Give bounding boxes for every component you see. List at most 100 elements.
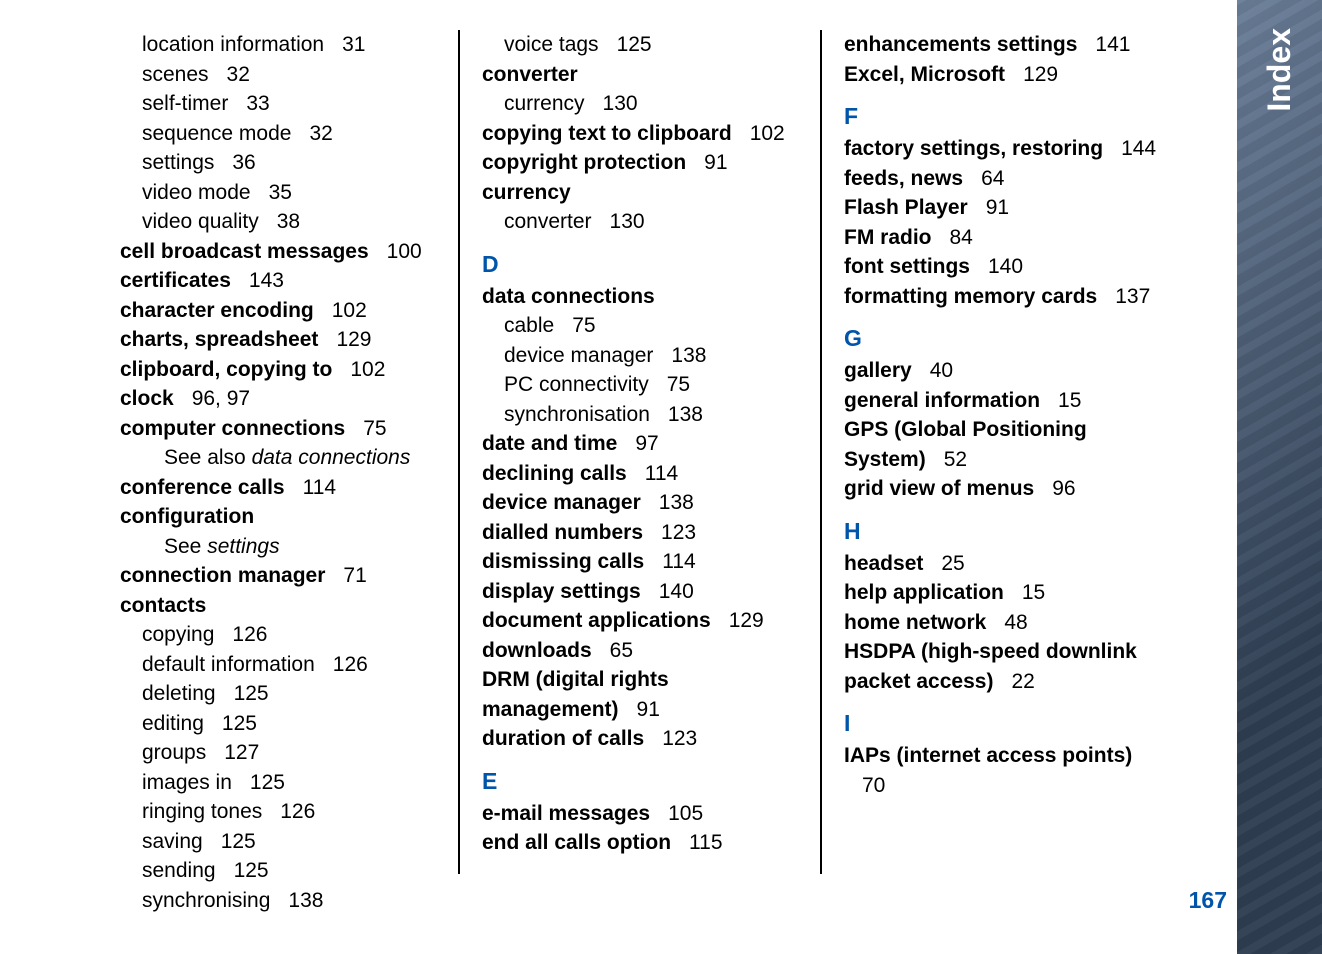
index-entry: location information31 (120, 30, 438, 60)
entry-page: 84 (950, 223, 973, 253)
entry-page: 114 (303, 473, 336, 503)
index-entry: general information15 (844, 386, 1162, 416)
section-letter: F (844, 103, 1162, 130)
entry-page: 96, 97 (192, 384, 250, 414)
entry-page: 65 (610, 636, 633, 666)
index-entry: grid view of menus96 (844, 474, 1162, 504)
index-entry: downloads65 (482, 636, 800, 666)
entry-page: 125 (221, 827, 256, 857)
index-entry: PC connectivity75 (482, 370, 800, 400)
entry-text: editing (142, 712, 204, 735)
entry-text: IAPs (internet access points) (844, 744, 1132, 767)
index-entry: formatting memory cards 137 (844, 282, 1162, 312)
tab-title: Index (1261, 28, 1298, 112)
entry-text: deleting (142, 682, 216, 705)
index-entry: Excel, Microsoft129 (844, 60, 1162, 90)
entry-text: cell broadcast messages (120, 240, 369, 263)
entry-page: 32 (227, 60, 250, 90)
entry-text: general information (844, 389, 1040, 412)
index-entry: end all calls option115 (482, 828, 800, 858)
entry-text: converter (504, 210, 592, 233)
section-letter: E (482, 768, 800, 795)
index-entry: clock96, 97 (120, 384, 438, 414)
entry-text: cable (504, 314, 554, 337)
entry-page: 91 (637, 695, 660, 725)
index-entry: scenes32 (120, 60, 438, 90)
entry-page: 100 (387, 237, 422, 267)
section-letter: D (482, 251, 800, 278)
entry-text: FM radio (844, 226, 932, 249)
entry-page: 138 (668, 400, 703, 430)
index-entry: DRM (digital rights management)91 (482, 665, 800, 724)
entry-text: display settings (482, 580, 641, 603)
entry-page: 129 (336, 325, 371, 355)
entry-text: device manager (482, 491, 641, 514)
entry-page: 127 (224, 738, 259, 768)
entry-page: 25 (941, 549, 964, 579)
entry-text: Excel, Microsoft (844, 63, 1005, 86)
index-entry: groups 127 (120, 738, 438, 768)
entry-text: conference calls (120, 476, 285, 499)
entry-text: video quality (142, 210, 259, 233)
entry-text: HSDPA (high-speed downlink packet access… (844, 640, 1137, 693)
index-entry: saving125 (120, 827, 438, 857)
entry-text: copying text to clipboard (482, 122, 732, 145)
index-entry: IAPs (internet access points)70 (844, 741, 1162, 800)
entry-page: 123 (662, 724, 697, 754)
entry-page: 125 (617, 30, 652, 60)
entry-text: settings (142, 151, 214, 174)
entry-text: default information (142, 653, 315, 676)
entry-text: computer connections (120, 417, 345, 440)
index-entry: editing125 (120, 709, 438, 739)
entry-text: factory settings, restoring (844, 137, 1103, 160)
index-entry: currency130 (482, 89, 800, 119)
entry-text: contacts (120, 594, 206, 617)
index-entry: font settings140 (844, 252, 1162, 282)
index-entry: synchronisation138 (482, 400, 800, 430)
index-entry: default information126 (120, 650, 438, 680)
entry-page: 140 (659, 577, 694, 607)
entry-text: gallery (844, 359, 912, 382)
entry-page: 31 (342, 30, 365, 60)
entry-text: sequence mode (142, 122, 291, 145)
entry-text: date and time (482, 432, 617, 455)
entry-text: formatting memory cards (844, 285, 1097, 308)
index-entry: conference calls 114 (120, 473, 438, 503)
section-letter: I (844, 710, 1162, 737)
entry-page: 130 (610, 207, 645, 237)
index-entry: help application15 (844, 578, 1162, 608)
index-entry: ringing tones126 (120, 797, 438, 827)
index-entry: home network48 (844, 608, 1162, 638)
entry-page: 64 (981, 164, 1004, 194)
index-entry: converter 130 (482, 207, 800, 237)
index-entry: voice tags125 (482, 30, 800, 60)
entry-page: 143 (249, 266, 284, 296)
section-letter: G (844, 325, 1162, 352)
index-entry: declining calls114 (482, 459, 800, 489)
entry-text: converter (482, 63, 578, 86)
index-entry: data connections (482, 282, 800, 312)
entry-text: declining calls (482, 462, 627, 485)
entry-text: groups (142, 741, 206, 764)
index-entry: FM radio 84 (844, 223, 1162, 253)
index-entry: deleting125 (120, 679, 438, 709)
entry-page: 137 (1115, 282, 1150, 312)
column-2: voice tags125 converter currency130 copying… (482, 30, 822, 924)
entry-page: 138 (671, 341, 706, 371)
entry-text: See (164, 535, 207, 558)
index-entry: character encoding102 (120, 296, 438, 326)
index-entry: video mode35 (120, 178, 438, 208)
entry-page: 91 (986, 193, 1009, 223)
index-entry: video quality 38 (120, 207, 438, 237)
entry-text: Flash Player (844, 196, 968, 219)
entry-text: clipboard, copying to (120, 358, 332, 381)
entry-text: sending (142, 859, 216, 882)
entry-text: document applications (482, 609, 711, 632)
entry-page: 144 (1121, 134, 1156, 164)
entry-text: device manager (504, 344, 653, 367)
entry-page: 75 (572, 311, 595, 341)
entry-page: 96 (1052, 474, 1075, 504)
entry-page: 115 (689, 828, 722, 858)
entry-page: 38 (277, 207, 300, 237)
entry-page: 105 (668, 799, 703, 829)
